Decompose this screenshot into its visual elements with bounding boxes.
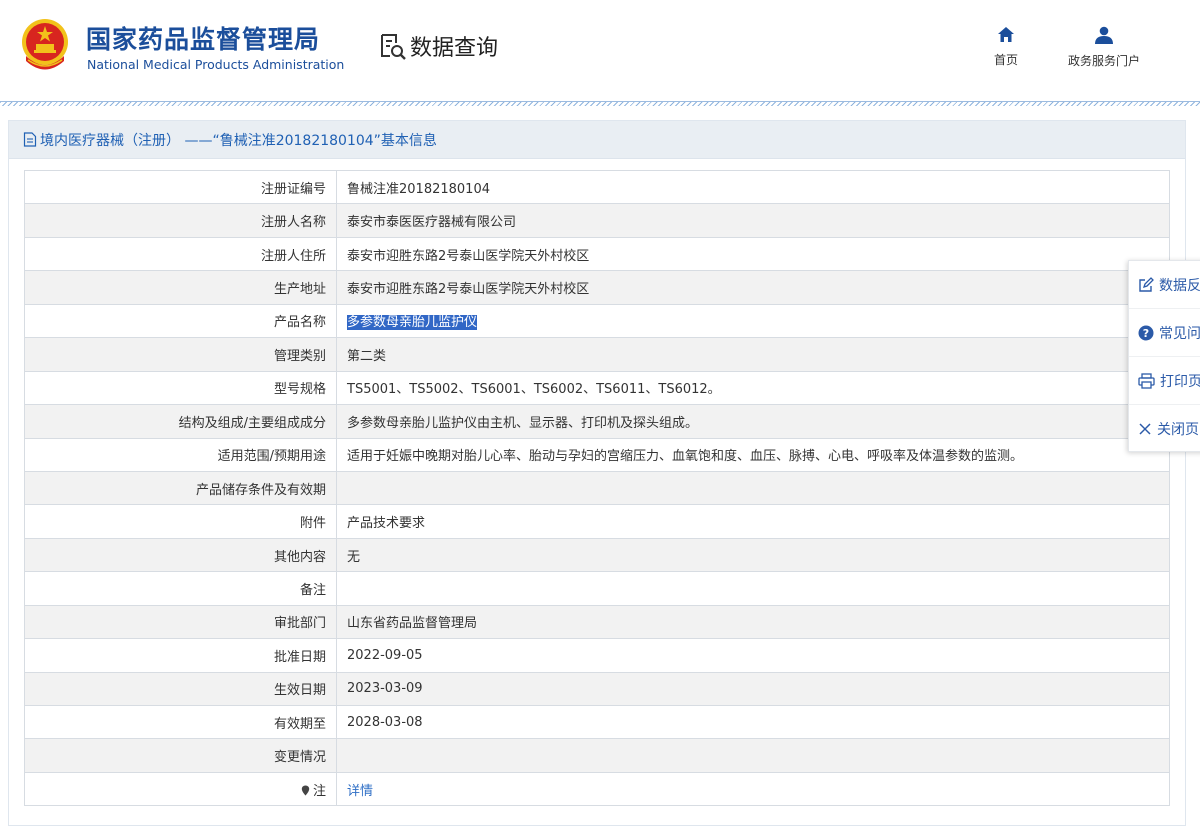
- row-value: 无: [336, 537, 1170, 573]
- row-label: 结构及组成/主要组成成分: [24, 404, 337, 439]
- close-page-label: 关闭页: [1157, 422, 1199, 438]
- row-value: 泰安市迎胜东路2号泰山医学院天外村校区: [336, 236, 1170, 272]
- row-value: 第二类: [336, 337, 1170, 372]
- row-value: 多参数母亲胎儿监护仪: [336, 303, 1170, 339]
- svg-text:?: ?: [1143, 327, 1149, 340]
- panel-title-text: 境内医疗器械（注册） ——“鲁械注准20182180104”基本信息: [40, 132, 437, 149]
- table-row: 生效日期 2023-03-09: [24, 671, 1170, 707]
- data-feedback-button[interactable]: 数据反: [1129, 261, 1200, 309]
- table-row: 审批部门 山东省药品监督管理局: [24, 604, 1170, 640]
- table-row: 产品储存条件及有效期: [24, 470, 1170, 506]
- data-query-label: 数据查询: [410, 36, 499, 61]
- row-label: 其他内容: [24, 537, 337, 573]
- table-row: 注 详情: [24, 771, 1170, 807]
- user-icon: [1095, 26, 1113, 44]
- edit-icon: [1139, 276, 1154, 292]
- table-row: 批准日期 2022-09-05: [24, 638, 1170, 673]
- org-name-cn: 国家药品监督管理局: [86, 25, 321, 54]
- row-label: 生产地址: [24, 270, 337, 305]
- row-label: 审批部门: [24, 604, 337, 640]
- row-value: 2022-09-05: [336, 638, 1170, 673]
- data-feedback-label: 数据反: [1159, 277, 1200, 294]
- row-label: 产品储存条件及有效期: [24, 470, 337, 506]
- info-panel: 境内医疗器械（注册） ——“鲁械注准20182180104”基本信息 注册证编号…: [8, 120, 1186, 826]
- details-link[interactable]: 详情: [347, 784, 373, 799]
- row-value: 多参数母亲胎儿监护仪由主机、显示器、打印机及探头组成。: [336, 404, 1170, 439]
- row-value: [336, 470, 1170, 506]
- table-row: 结构及组成/主要组成成分 多参数母亲胎儿监护仪由主机、显示器、打印机及探头组成。: [24, 404, 1170, 439]
- device-info-table: 注册证编号 鲁械注准20182180104 注册人名称 泰安市泰医医疗器械有限公…: [24, 169, 1170, 807]
- row-label: 批准日期: [24, 638, 337, 673]
- row-value: 2028-03-08: [336, 704, 1170, 740]
- org-name-en: National Medical Products Administration: [87, 57, 345, 72]
- faq-button[interactable]: ? 常见问: [1129, 309, 1200, 357]
- close-page-button[interactable]: 关闭页: [1129, 405, 1200, 451]
- table-row: 有效期至 2028-03-08: [24, 704, 1170, 740]
- table-row: 管理类别 第二类: [24, 337, 1170, 372]
- row-label: 型号规格: [24, 370, 337, 406]
- row-label: 产品名称: [24, 303, 337, 339]
- table-row: 附件 产品技术要求: [24, 504, 1170, 539]
- row-value: [336, 738, 1170, 773]
- row-value: 详情: [336, 771, 1170, 807]
- close-icon: [1139, 423, 1151, 435]
- row-label: 注: [24, 771, 337, 807]
- row-value: 2023-03-09: [336, 671, 1170, 707]
- printer-icon: [1138, 372, 1155, 389]
- row-value: [336, 571, 1170, 606]
- row-value: 鲁械注准20182180104: [336, 169, 1170, 205]
- table-row: 适用范围/预期用途 适用于妊娠中晚期对胎儿心率、胎动与孕妇的宫缩压力、血氧饱和度…: [24, 437, 1170, 472]
- faq-label: 常见问: [1159, 325, 1200, 342]
- table-row: 变更情况: [24, 738, 1170, 773]
- row-label: 管理类别: [24, 337, 337, 372]
- row-label: 变更情况: [24, 738, 337, 773]
- row-value: 适用于妊娠中晚期对胎儿心率、胎动与孕妇的宫缩压力、血氧饱和度、血压、脉搏、心电、…: [336, 437, 1170, 472]
- table-row: 其他内容 无: [24, 537, 1170, 573]
- nav-home-label: 首页: [993, 53, 1018, 67]
- row-value: 产品技术要求: [336, 504, 1170, 539]
- table-row: 生产地址 泰安市迎胜东路2号泰山医学院天外村校区: [24, 270, 1170, 305]
- document-icon: [23, 132, 37, 147]
- table-row: 型号规格 TS5001、TS5002、TS6001、TS6002、TS6011、…: [24, 370, 1170, 406]
- row-value: TS5001、TS5002、TS6001、TS6002、TS6011、TS601…: [336, 370, 1170, 406]
- nav-portal-label: 政务服务门户: [1067, 54, 1140, 68]
- table-row: 注册人住所 泰安市迎胜东路2号泰山医学院天外村校区: [24, 236, 1170, 272]
- table-row: 注册证编号 鲁械注准20182180104: [24, 169, 1170, 205]
- question-icon: ?: [1138, 325, 1154, 340]
- row-value: 泰安市泰医医疗器械有限公司: [336, 203, 1170, 238]
- print-page-button[interactable]: 打印页: [1129, 357, 1200, 405]
- table-row: 产品名称 多参数母亲胎儿监护仪: [24, 303, 1170, 339]
- side-toolbar: 数据反 ? 常见问 打印页 关闭页: [1128, 260, 1200, 452]
- site-header: 国家药品监督管理局 National Medical Products Admi…: [0, 0, 1200, 100]
- row-label: 注册证编号: [24, 169, 337, 205]
- print-page-label: 打印页: [1160, 373, 1200, 390]
- data-query-title: 数据查询: [378, 30, 498, 62]
- row-value: 山东省药品监督管理局: [336, 604, 1170, 640]
- row-label: 生效日期: [24, 671, 337, 707]
- row-label: 有效期至: [24, 704, 337, 740]
- row-label: 适用范围/预期用途: [24, 437, 337, 472]
- row-value: 泰安市迎胜东路2号泰山医学院天外村校区: [336, 270, 1170, 305]
- table-row: 备注: [24, 571, 1170, 606]
- note-label: 注: [312, 783, 326, 799]
- nav-home-link[interactable]: 首页: [986, 26, 1026, 68]
- selected-product-name[interactable]: 多参数母亲胎儿监护仪: [347, 315, 478, 331]
- panel-title: 境内医疗器械（注册） ——“鲁械注准20182180104”基本信息: [9, 121, 1185, 159]
- header-divider: [0, 101, 1200, 106]
- row-label: 注册人名称: [24, 203, 337, 238]
- row-label: 附件: [24, 504, 337, 539]
- data-query-icon: [381, 34, 406, 60]
- row-label: 注册人住所: [24, 236, 337, 272]
- table-row: 注册人名称 泰安市泰医医疗器械有限公司: [24, 203, 1170, 238]
- nav-portal-link[interactable]: 政务服务门户: [1058, 26, 1150, 69]
- row-label: 备注: [24, 571, 337, 606]
- home-icon: [998, 27, 1014, 42]
- national-emblem-icon: [22, 19, 68, 70]
- pin-icon: [301, 785, 310, 796]
